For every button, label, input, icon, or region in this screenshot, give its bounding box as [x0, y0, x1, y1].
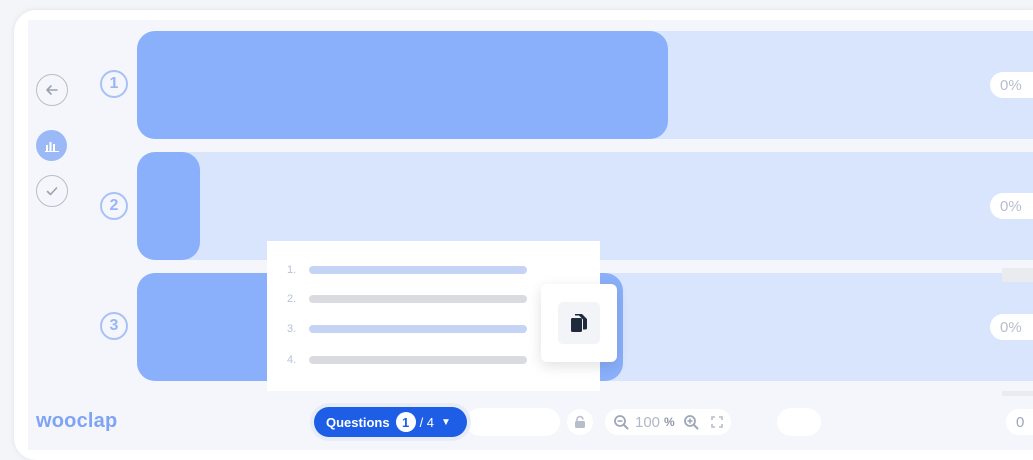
question-total: / 4: [419, 414, 435, 430]
result-bar-track: [137, 31, 1033, 139]
current-question-badge: 1: [395, 412, 416, 432]
scroll-marker: [1002, 268, 1033, 282]
fullscreen-button[interactable]: [710, 416, 723, 428]
questions-label: Questions: [326, 414, 390, 430]
list-item-number: 1.: [287, 264, 297, 276]
list-item[interactable]: 2.: [287, 292, 527, 306]
copy-icon: [571, 314, 587, 332]
list-item-number: 2.: [287, 293, 297, 305]
caret-down-icon: ▼: [441, 416, 451, 428]
zoom-in-button[interactable]: [683, 414, 699, 430]
arrow-left-icon: [46, 85, 58, 95]
list-item-placeholder: [309, 295, 527, 303]
toolbar-pill: [777, 408, 821, 436]
answer-number: 1: [100, 70, 128, 98]
check-icon: [46, 187, 58, 196]
copy-card: [541, 284, 617, 362]
wooclap-logo: wooclap: [36, 410, 118, 432]
list-item-placeholder: [309, 325, 527, 333]
lock-button[interactable]: [567, 409, 593, 435]
back-button[interactable]: [36, 74, 68, 106]
list-item-number: 3.: [287, 323, 297, 335]
lock-icon: [575, 415, 585, 428]
bar-chart-icon: [44, 141, 59, 152]
result-bar-fill: [137, 152, 200, 260]
participant-count: 0: [1006, 409, 1033, 435]
fullscreen-icon: [710, 416, 723, 428]
answer-number: 2: [100, 192, 128, 220]
zoom-out-icon: [614, 415, 629, 430]
results-view-button[interactable]: [36, 130, 67, 161]
toolbar-pill: [466, 408, 560, 436]
zoom-value: 100: [635, 413, 661, 431]
result-percentage: 0%: [990, 72, 1033, 98]
result-percentage: 0%: [990, 314, 1033, 340]
result-percentage: 0%: [990, 193, 1033, 219]
questions-selector[interactable]: Questions 1 / 4 ▼: [314, 407, 467, 437]
list-item[interactable]: 3.: [287, 322, 527, 336]
list-item-placeholder: [309, 266, 527, 274]
list-item-placeholder: [309, 356, 527, 364]
correct-answer-button[interactable]: [36, 175, 68, 207]
zoom-in-icon: [683, 415, 699, 430]
result-bar-fill: [137, 31, 668, 139]
zoom-unit: %: [664, 415, 675, 429]
copy-button[interactable]: [558, 302, 600, 344]
zoom-out-button[interactable]: [613, 414, 629, 430]
list-item[interactable]: 1.: [287, 263, 527, 277]
list-item-number: 4.: [287, 354, 297, 366]
list-item[interactable]: 4.: [287, 353, 527, 367]
answer-number: 3: [100, 312, 128, 340]
zoom-controls: 100 %: [605, 409, 731, 435]
